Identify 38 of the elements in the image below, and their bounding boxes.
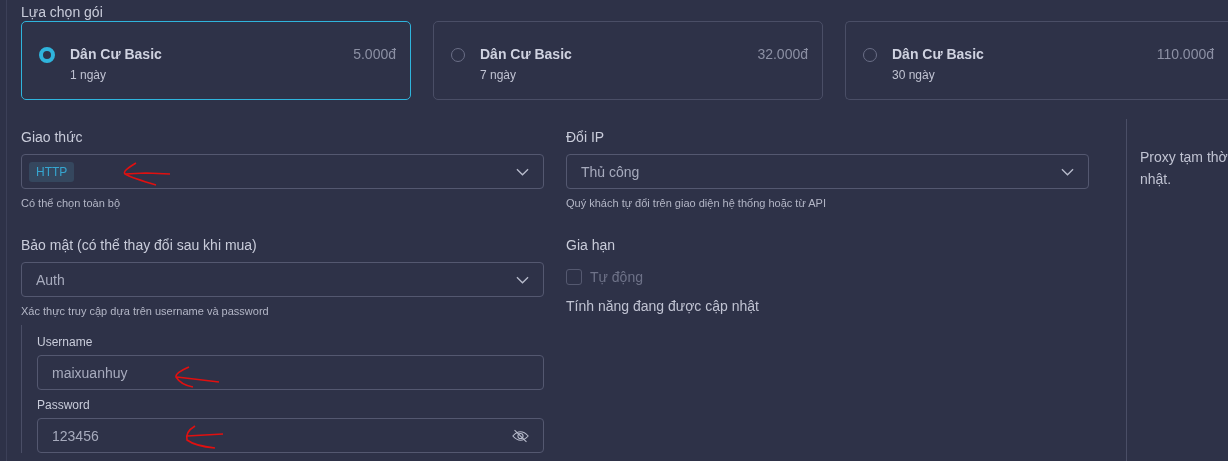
field-label: Đổi IP <box>566 129 606 145</box>
package-price: 5.000đ <box>353 46 396 62</box>
field-label: Username <box>37 335 94 349</box>
field-label: Giao thức <box>21 129 84 145</box>
password-field[interactable]: 123456 <box>37 418 544 453</box>
security-select[interactable]: Auth <box>21 262 544 297</box>
package-price: 110.000đ <box>1156 46 1214 62</box>
package-card[interactable]: Dân Cư Basic 30 ngày 110.000đ <box>845 21 1228 100</box>
field-label: Password <box>37 398 91 412</box>
ip-change-select[interactable]: Thủ công <box>566 154 1089 189</box>
annotation-arrow <box>122 161 172 187</box>
field-label: Bảo mật (có thể thay đổi sau khi mua) <box>21 237 258 253</box>
eye-off-icon[interactable] <box>512 428 529 443</box>
username-field[interactable]: maixuanhuy <box>37 355 544 390</box>
package-name: Dân Cư Basic <box>892 46 985 62</box>
package-name: Dân Cư Basic <box>70 46 163 62</box>
package-duration: 30 ngày <box>892 68 936 82</box>
side-note-text: Proxy tạm thờ <box>1140 149 1228 165</box>
protocol-select[interactable]: HTTP <box>21 154 544 189</box>
field-hint: Quý khách tự đổi trên giao diện hệ thống hoặc từ API <box>566 197 827 209</box>
side-note-text: nhật. <box>1140 171 1173 187</box>
chevron-down-icon <box>1061 167 1074 176</box>
radio-button[interactable] <box>39 47 55 63</box>
package-card[interactable]: Dân Cư Basic 7 ngày 32.000đ <box>433 21 823 100</box>
package-duration: 1 ngày <box>70 68 108 82</box>
package-card[interactable]: Dân Cư Basic 1 ngày 5.000đ <box>21 21 411 100</box>
package-name: Dân Cư Basic <box>480 46 573 62</box>
renewal-note: Tính năng đang được cập nhật <box>566 298 760 314</box>
chevron-down-icon <box>516 275 529 284</box>
checkbox-label: Tự động <box>590 269 643 285</box>
section-title: Lựa chọn gói <box>21 4 104 21</box>
package-price: 32.000đ <box>757 46 808 62</box>
chevron-down-icon <box>516 167 529 176</box>
package-duration: 7 ngày <box>480 68 518 82</box>
field-hint: Có thể chọn toàn bộ <box>21 197 122 209</box>
field-label: Gia hạn <box>566 237 617 253</box>
protocol-tag: HTTP <box>29 161 75 182</box>
field-hint: Xác thực truy cập dựa trên username và password <box>21 305 270 317</box>
